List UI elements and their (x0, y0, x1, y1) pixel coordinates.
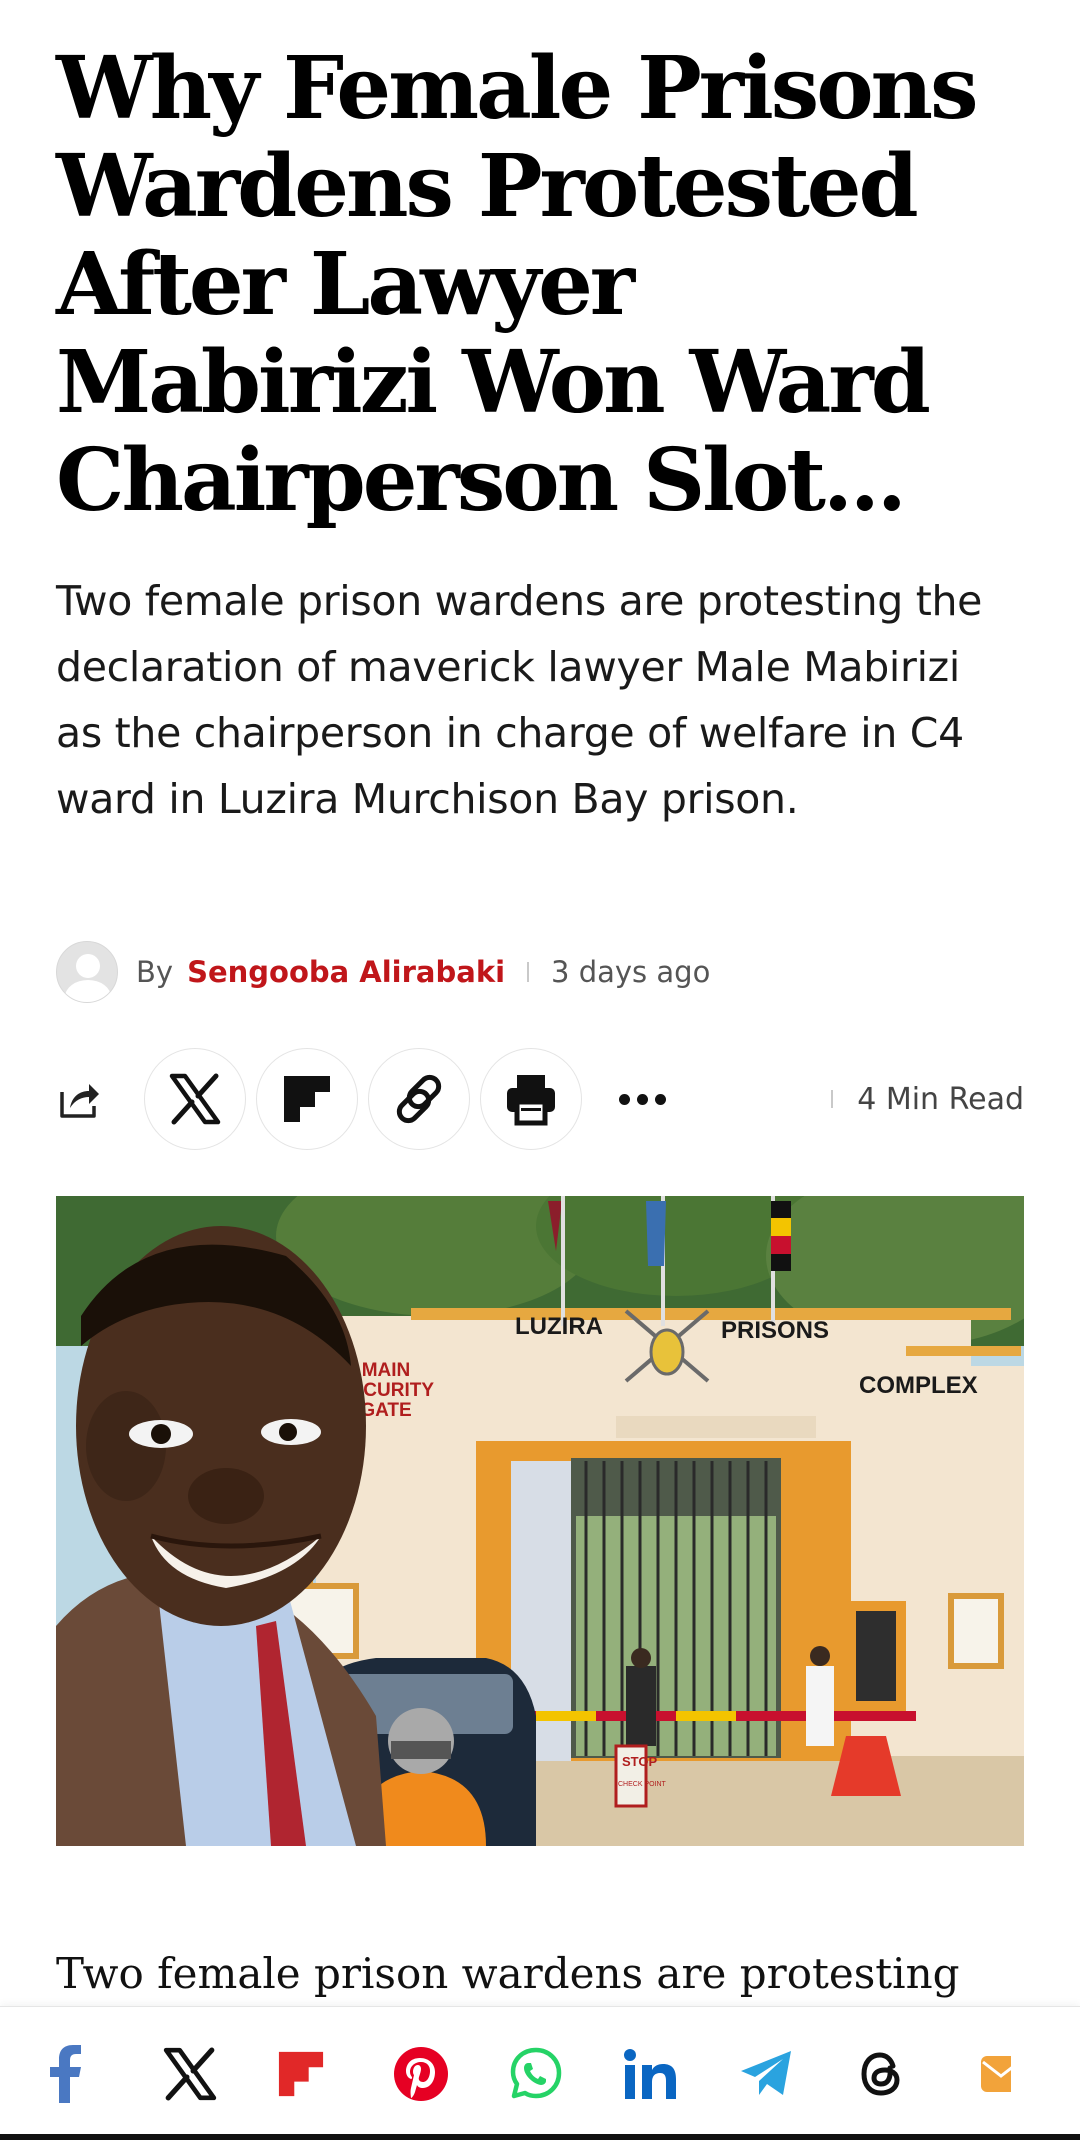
pinterest-icon (393, 2046, 448, 2101)
article-body-first-line: Two female prison wardens are protesting (56, 1949, 960, 1998)
whatsapp-share[interactable] (502, 2034, 618, 2114)
byline: By Sengooba Alirabaki 3 days ago (56, 940, 710, 1004)
hero-image: LUZIRA PRISONS COMPLEX MAIN SECURITY GAT… (56, 1196, 1024, 1846)
share-flipboard-button[interactable] (256, 1048, 358, 1150)
flipboard-icon (279, 2051, 324, 2096)
flipboard-icon (284, 1076, 330, 1122)
read-time-group: 4 Min Read (831, 1082, 1024, 1117)
sign-checkpoint: CHECK POINT (618, 1781, 667, 1788)
telegram-share[interactable] (733, 2034, 849, 2114)
facebook-share[interactable] (40, 2034, 156, 2114)
print-button[interactable] (480, 1048, 582, 1150)
article-headline: Why Female Prisons Wardens Protested Aft… (56, 38, 979, 531)
linkedin-icon (623, 2048, 676, 2099)
x-share[interactable] (156, 2034, 272, 2114)
byline-by-label: By (136, 955, 174, 989)
print-icon (507, 1075, 555, 1126)
pinterest-share[interactable] (387, 2034, 503, 2114)
sign-luzira: LUZIRA (515, 1313, 603, 1340)
sign-complex: COMPLEX (859, 1372, 978, 1399)
email-icon (980, 2055, 1011, 2092)
article-excerpt: Two female prison wardens are protesting… (56, 577, 983, 823)
copy-link-button[interactable] (368, 1048, 470, 1150)
read-time-divider (831, 1090, 834, 1108)
author-link[interactable]: Sengooba Alirabaki (187, 955, 505, 989)
flipboard-share[interactable] (271, 2034, 387, 2114)
sign-prisons: PRISONS (721, 1317, 829, 1344)
bottom-share-bar (0, 2006, 1080, 2140)
threads-icon (861, 2051, 900, 2096)
read-time: 4 Min Read (857, 1081, 1024, 1117)
facebook-icon (50, 2044, 81, 2103)
linkedin-share[interactable] (618, 2034, 734, 2114)
share-x-button[interactable] (144, 1048, 246, 1150)
x-icon (169, 1073, 221, 1125)
threads-share[interactable] (849, 2034, 965, 2114)
byline-divider (527, 962, 530, 982)
email-share[interactable] (965, 2034, 1080, 2114)
telegram-icon (741, 2050, 792, 2095)
x-icon (163, 2047, 216, 2100)
sign-stop: STOP (622, 1754, 657, 1769)
more-icon[interactable] (602, 1048, 682, 1150)
whatsapp-icon (511, 2047, 562, 2098)
share-toolbar: 4 Min Read (56, 1048, 1024, 1150)
copy-link-icon (396, 1074, 442, 1124)
bottom-edge (0, 2134, 1080, 2140)
author-avatar[interactable] (56, 941, 118, 1003)
share-icon[interactable] (56, 1076, 102, 1122)
publish-date: 3 days ago (551, 955, 711, 989)
